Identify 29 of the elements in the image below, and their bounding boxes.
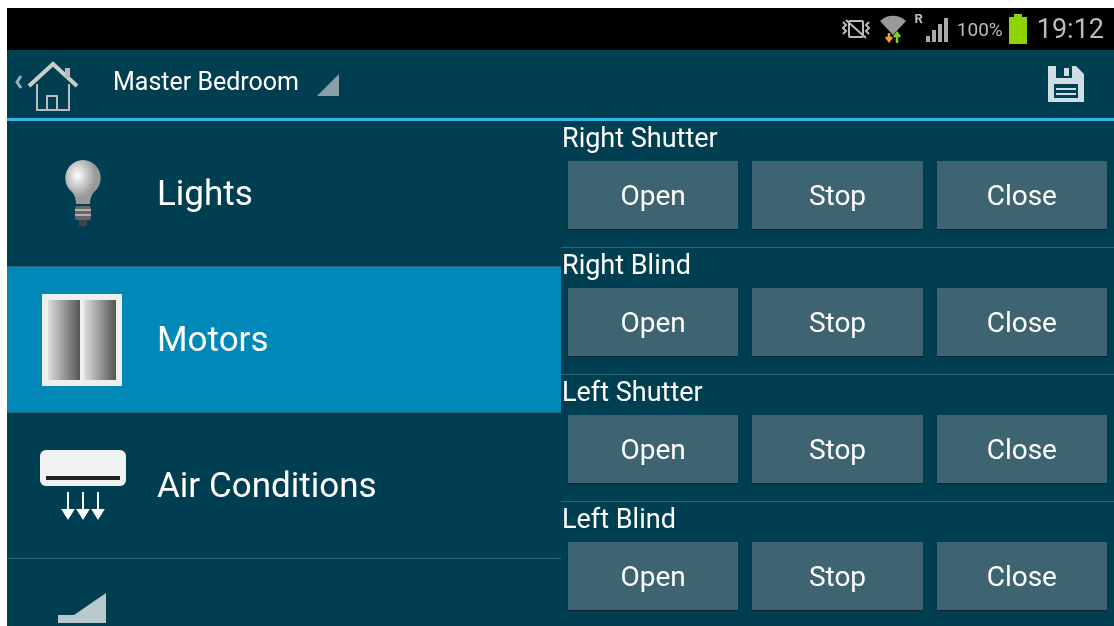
motor-name: Right Blind — [561, 248, 692, 282]
roaming-indicator: R — [914, 11, 923, 26]
motor-command-button[interactable]: Open — [568, 415, 739, 483]
motor-command-button[interactable]: Stop — [752, 161, 923, 229]
motor-command-button[interactable]: Stop — [752, 415, 923, 483]
motor-command-button[interactable]: Open — [568, 542, 739, 610]
motor-name: Left Shutter — [561, 375, 704, 409]
motor-command-button[interactable]: Open — [568, 288, 739, 356]
motor-command-button[interactable]: Close — [936, 542, 1107, 610]
motor-command-button[interactable]: Open — [568, 161, 739, 229]
save-icon — [1046, 64, 1086, 104]
motor-name: Right Shutter — [561, 121, 719, 155]
motor-command-button[interactable]: Stop — [752, 288, 923, 356]
battery-icon — [1008, 14, 1027, 44]
menu-item[interactable]: Motors — [7, 267, 561, 413]
speaker-icon — [58, 593, 108, 623]
motor-command-button[interactable]: Stop — [752, 542, 923, 610]
signal-icon — [924, 16, 951, 42]
motor-command-button[interactable]: Close — [936, 415, 1107, 483]
vibrate-mute-icon — [840, 18, 873, 40]
room-dropdown[interactable]: Master Bedroom — [113, 66, 340, 102]
motor-command-button[interactable]: Close — [936, 288, 1107, 356]
dropdown-corner-icon — [317, 73, 340, 96]
motor-name: Left Blind — [561, 502, 677, 536]
motor-command-button[interactable]: Close — [936, 161, 1107, 229]
battery-percent: 100% — [956, 17, 1003, 41]
save-button[interactable] — [1046, 64, 1086, 104]
clock: 19:12 — [1036, 13, 1104, 45]
wifi-icon — [878, 13, 909, 45]
